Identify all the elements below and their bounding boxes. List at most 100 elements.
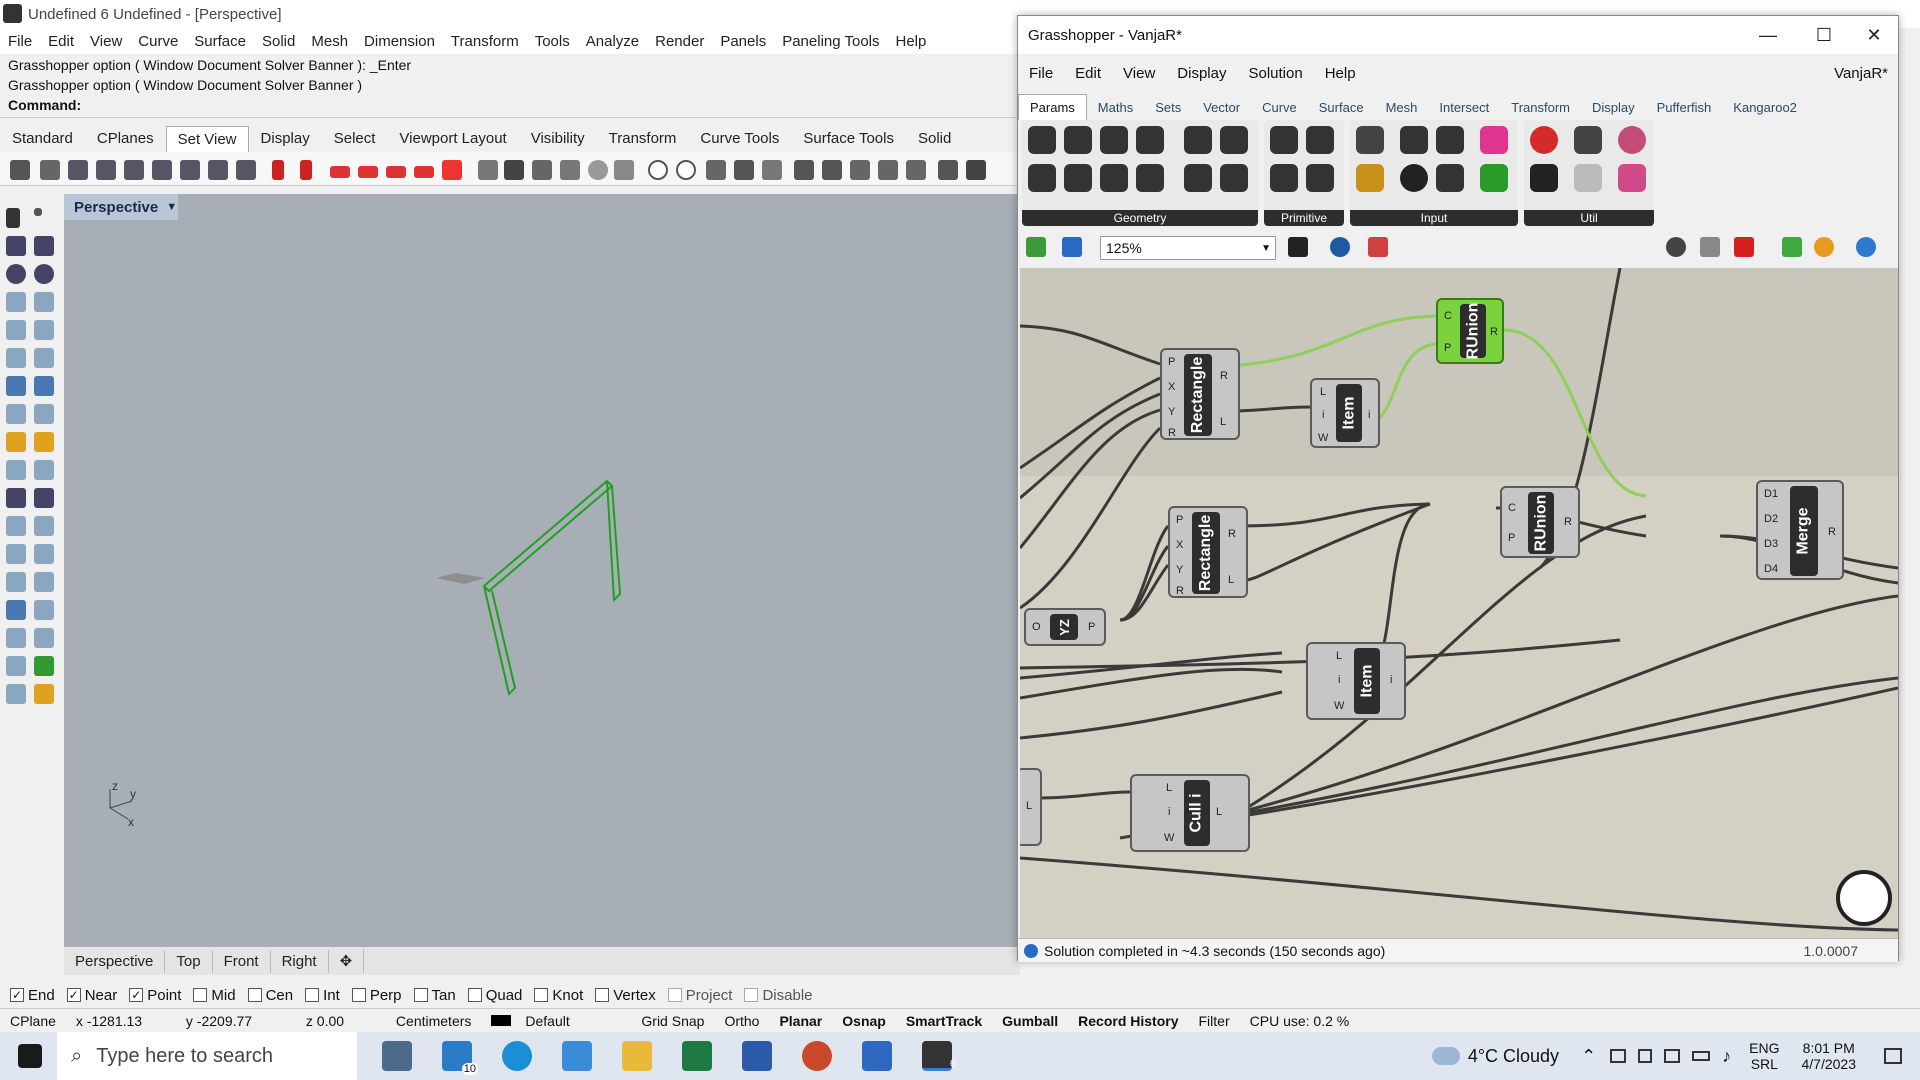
- osnap-cen[interactable]: Cen: [247, 987, 293, 1004]
- osnap-tan-checkbox[interactable]: [413, 988, 428, 1002]
- preview-wireframe-icon[interactable]: [1666, 237, 1686, 257]
- gh-input-panel-icon[interactable]: [1436, 164, 1464, 192]
- render-icon[interactable]: [6, 684, 26, 704]
- pin-p[interactable]: P: [1168, 356, 1175, 368]
- gh-param-point-icon[interactable]: [1100, 164, 1128, 192]
- gh-param-surface-icon[interactable]: [1136, 164, 1164, 192]
- box-icon[interactable]: [6, 376, 26, 396]
- tab-solid[interactable]: Solid: [906, 125, 963, 152]
- device-icon[interactable]: [1638, 1049, 1653, 1063]
- gh-param-boolean-icon[interactable]: [1270, 126, 1298, 154]
- zoom-icon[interactable]: [68, 160, 88, 180]
- pin-d4[interactable]: D4: [1764, 563, 1778, 575]
- osnap-near[interactable]: ✓ Near: [66, 987, 117, 1004]
- component-runion-selected[interactable]: C P RUnion R: [1436, 298, 1504, 364]
- menu-edit[interactable]: Edit: [40, 33, 82, 50]
- trim-icon[interactable]: [34, 516, 54, 536]
- gh-tab-curve[interactable]: Curve: [1251, 95, 1308, 120]
- component-yz-plane[interactable]: O YZ P: [1024, 608, 1106, 646]
- osnap-perp[interactable]: Perp: [351, 987, 402, 1004]
- gh-input-slider-icon[interactable]: [1436, 126, 1464, 154]
- status-osnap[interactable]: Osnap: [832, 1013, 896, 1029]
- pin-r[interactable]: R: [1168, 427, 1176, 439]
- pin-i[interactable]: i: [1322, 409, 1324, 421]
- pin-c[interactable]: C: [1508, 502, 1516, 514]
- component-partial-offscreen[interactable]: L: [1020, 768, 1042, 846]
- tab-curve-tools[interactable]: Curve Tools: [688, 125, 791, 152]
- powerpoint-icon[interactable]: [802, 1041, 832, 1071]
- pin-out-l[interactable]: L: [1220, 416, 1226, 428]
- osnap-point[interactable]: ✓ Point: [129, 987, 181, 1004]
- pin-out-l[interactable]: L: [1228, 574, 1234, 586]
- viewport-tab-front[interactable]: Front: [213, 949, 271, 973]
- gh-menu-display[interactable]: Display: [1166, 65, 1237, 82]
- move-icon[interactable]: [6, 572, 26, 592]
- task-view-icon[interactable]: [382, 1041, 412, 1071]
- osnap-quad[interactable]: Quad: [467, 987, 522, 1004]
- mirror-icon[interactable]: [34, 572, 54, 592]
- status-planar[interactable]: Planar: [769, 1013, 832, 1029]
- array-icon[interactable]: [6, 628, 26, 648]
- menu-help[interactable]: Help: [888, 33, 935, 50]
- gh-tab-surface[interactable]: Surface: [1308, 95, 1375, 120]
- maximize-icon[interactable]: ☐: [1801, 16, 1847, 54]
- gh-menu-help[interactable]: Help: [1314, 65, 1367, 82]
- zoom-extents-icon[interactable]: [1288, 237, 1308, 257]
- osnap-int[interactable]: Int: [305, 987, 340, 1004]
- gh-tab-vector[interactable]: Vector: [1192, 95, 1251, 120]
- osnap-mid[interactable]: Mid: [193, 987, 236, 1004]
- viewport-tab-right[interactable]: Right: [271, 949, 329, 973]
- gh-param-curve-icon[interactable]: [1136, 126, 1164, 154]
- gh-param-geometry-icon[interactable]: [1220, 126, 1248, 154]
- target-2-icon[interactable]: [676, 160, 696, 180]
- gh-document-name[interactable]: VanjaR*: [1823, 65, 1898, 82]
- osnap-disable[interactable]: Disable: [744, 987, 813, 1004]
- osnap-near-checkbox[interactable]: ✓: [66, 988, 81, 1002]
- menu-paneling-tools[interactable]: Paneling Tools: [774, 33, 887, 50]
- battery-icon[interactable]: [1692, 1051, 1711, 1061]
- target-icon[interactable]: [648, 160, 668, 180]
- status-gumball[interactable]: Gumball: [992, 1013, 1068, 1029]
- weather-text[interactable]: 4°C Cloudy: [1468, 1046, 1559, 1067]
- command-prompt[interactable]: Command:: [8, 97, 81, 113]
- gh-tab-pufferfish[interactable]: Pufferfish: [1646, 95, 1723, 120]
- navigation-compass-icon[interactable]: [1836, 870, 1892, 926]
- pin-d1[interactable]: D1: [1764, 488, 1778, 500]
- menu-surface[interactable]: Surface: [186, 33, 254, 50]
- named-view-icon[interactable]: [478, 160, 498, 180]
- pin-c[interactable]: C: [1444, 310, 1452, 322]
- tab-set-view[interactable]: Set View: [165, 126, 249, 152]
- close-icon[interactable]: ✕: [1851, 16, 1897, 54]
- osnap-project-checkbox[interactable]: [667, 988, 682, 1002]
- ellipse-icon[interactable]: [34, 264, 54, 284]
- surface-icon[interactable]: [6, 348, 26, 368]
- pin-w[interactable]: W: [1318, 432, 1328, 444]
- gh-util-flask-icon[interactable]: [1618, 164, 1646, 192]
- camera-target-icon[interactable]: [300, 160, 312, 180]
- pin-p[interactable]: P: [1508, 532, 1515, 544]
- osnap-vertex-checkbox[interactable]: [595, 988, 610, 1002]
- excel-icon[interactable]: [682, 1041, 712, 1071]
- pin-d3[interactable]: D3: [1764, 538, 1778, 550]
- osnap-end-checkbox[interactable]: ✓: [10, 988, 24, 1002]
- component-rectangle-2[interactable]: P X Y R Rectangle R L: [1168, 506, 1248, 598]
- tray-chevron-icon[interactable]: ⌃: [1581, 1046, 1596, 1067]
- gh-param-text-icon[interactable]: [1306, 164, 1334, 192]
- gh-param-line-icon[interactable]: [1028, 164, 1056, 192]
- osnap-knot-checkbox[interactable]: [534, 988, 549, 1002]
- rotate-view-icon[interactable]: [40, 160, 60, 180]
- plane-icon[interactable]: [706, 160, 726, 180]
- osnap-project[interactable]: Project: [667, 987, 732, 1004]
- menu-solid[interactable]: Solid: [254, 33, 303, 50]
- car-view-3-icon[interactable]: [386, 166, 406, 178]
- pin-out-i[interactable]: i: [1390, 674, 1392, 686]
- osnap-end[interactable]: ✓ End: [10, 987, 55, 1004]
- pin-out-r[interactable]: R: [1220, 370, 1228, 382]
- curve-icon[interactable]: [34, 236, 54, 256]
- car-view-2-icon[interactable]: [358, 166, 378, 178]
- menu-file[interactable]: File: [0, 33, 40, 50]
- boolean-icon[interactable]: [6, 488, 26, 508]
- pin-l[interactable]: L: [1320, 386, 1326, 398]
- tab-transform[interactable]: Transform: [597, 125, 689, 152]
- gh-param-group-icon[interactable]: [1184, 126, 1212, 154]
